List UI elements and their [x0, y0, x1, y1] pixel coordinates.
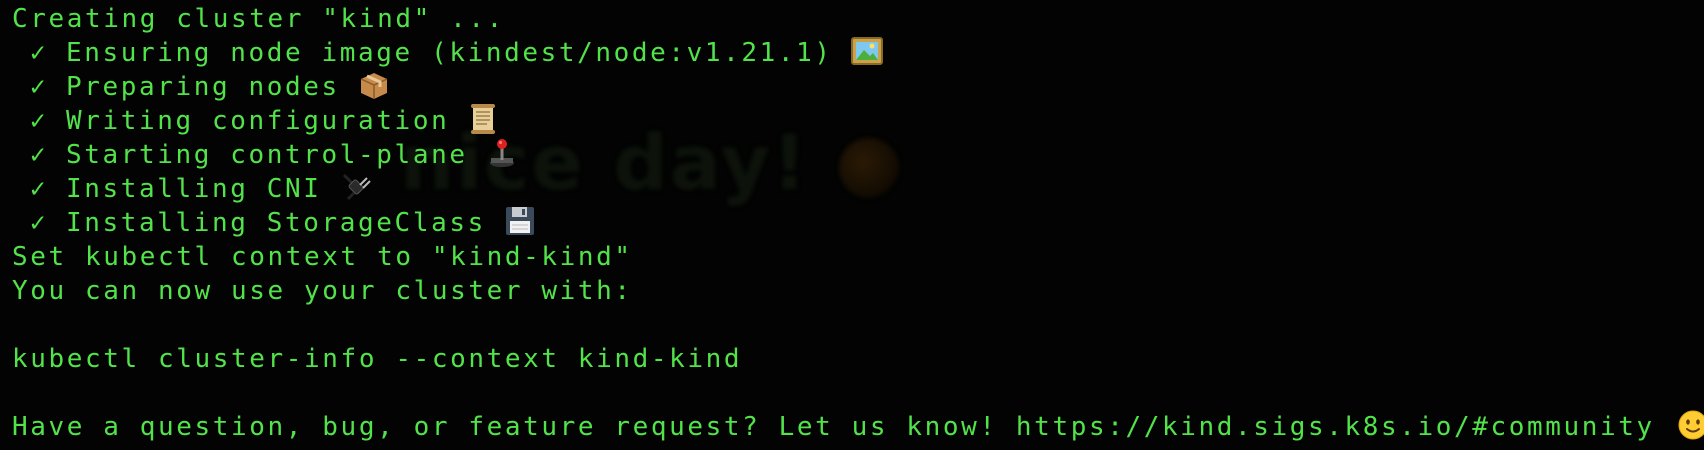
- output-line-installing-storageclass: ✓ Installing StorageClass: [12, 206, 1704, 240]
- output-line-community: Have a question, bug, or feature request…: [12, 410, 1704, 444]
- output-line-command: kubectl cluster-info --context kind-kind: [12, 342, 1704, 376]
- line-text: Creating cluster "kind" ...: [12, 4, 505, 34]
- line-text: Ensuring node image (kindest/node:v1.21.…: [66, 38, 833, 68]
- checkmark-icon: ✓: [29, 38, 49, 68]
- output-line-creating-cluster: Creating cluster "kind" ...: [12, 2, 1704, 36]
- slightly-smiling-face-icon: [1677, 409, 1704, 441]
- line-text: Preparing nodes: [66, 72, 340, 102]
- output-line-writing-configuration: ✓ Writing configuration: [12, 103, 1704, 138]
- checkmark-icon: ✓: [29, 140, 49, 170]
- line-text: Set kubectl context to "kind-kind": [12, 242, 633, 272]
- line-text: Installing StorageClass: [66, 208, 486, 238]
- output-line-starting-control-plane: ✓ Starting control-plane: [12, 138, 1704, 172]
- framed-picture-icon: [850, 35, 883, 67]
- output-line-usage-hint: You can now use your cluster with:: [12, 274, 1704, 308]
- output-line-ensuring-node-image: ✓ Ensuring node image (kindest/node:v1.21…: [12, 36, 1704, 70]
- line-text: Have a question, bug, or feature request…: [12, 412, 1655, 442]
- checkmark-icon: ✓: [29, 72, 49, 102]
- output-line-preparing-nodes: ✓ Preparing nodes: [12, 70, 1704, 104]
- output-line-set-context: Set kubectl context to "kind-kind": [12, 240, 1704, 274]
- terminal-output: Creating cluster "kind" ... ✓ Ensuring no…: [12, 2, 1704, 444]
- electric-plug-icon: [340, 171, 372, 203]
- line-text: You can now use your cluster with:: [12, 276, 633, 306]
- command-text: kubectl cluster-info --context kind-kind: [12, 344, 743, 374]
- scroll-icon: [467, 103, 499, 135]
- line-text: Writing configuration: [66, 106, 450, 136]
- checkmark-icon: ✓: [29, 208, 49, 238]
- line-text: Installing CNI: [66, 174, 322, 204]
- terminal-window[interactable]: nice day! Creating cluster "kind" ... ✓ E…: [0, 0, 1704, 450]
- joystick-icon: [486, 137, 518, 169]
- output-line-blank: [12, 376, 1704, 410]
- floppy-disk-icon: [504, 205, 536, 237]
- output-line-installing-cni: ✓ Installing CNI: [12, 172, 1704, 206]
- checkmark-icon: ✓: [29, 106, 49, 136]
- line-text: Starting control-plane: [66, 140, 468, 170]
- checkmark-icon: ✓: [29, 174, 49, 204]
- package-icon: [358, 69, 390, 101]
- output-line-blank: [12, 308, 1704, 342]
